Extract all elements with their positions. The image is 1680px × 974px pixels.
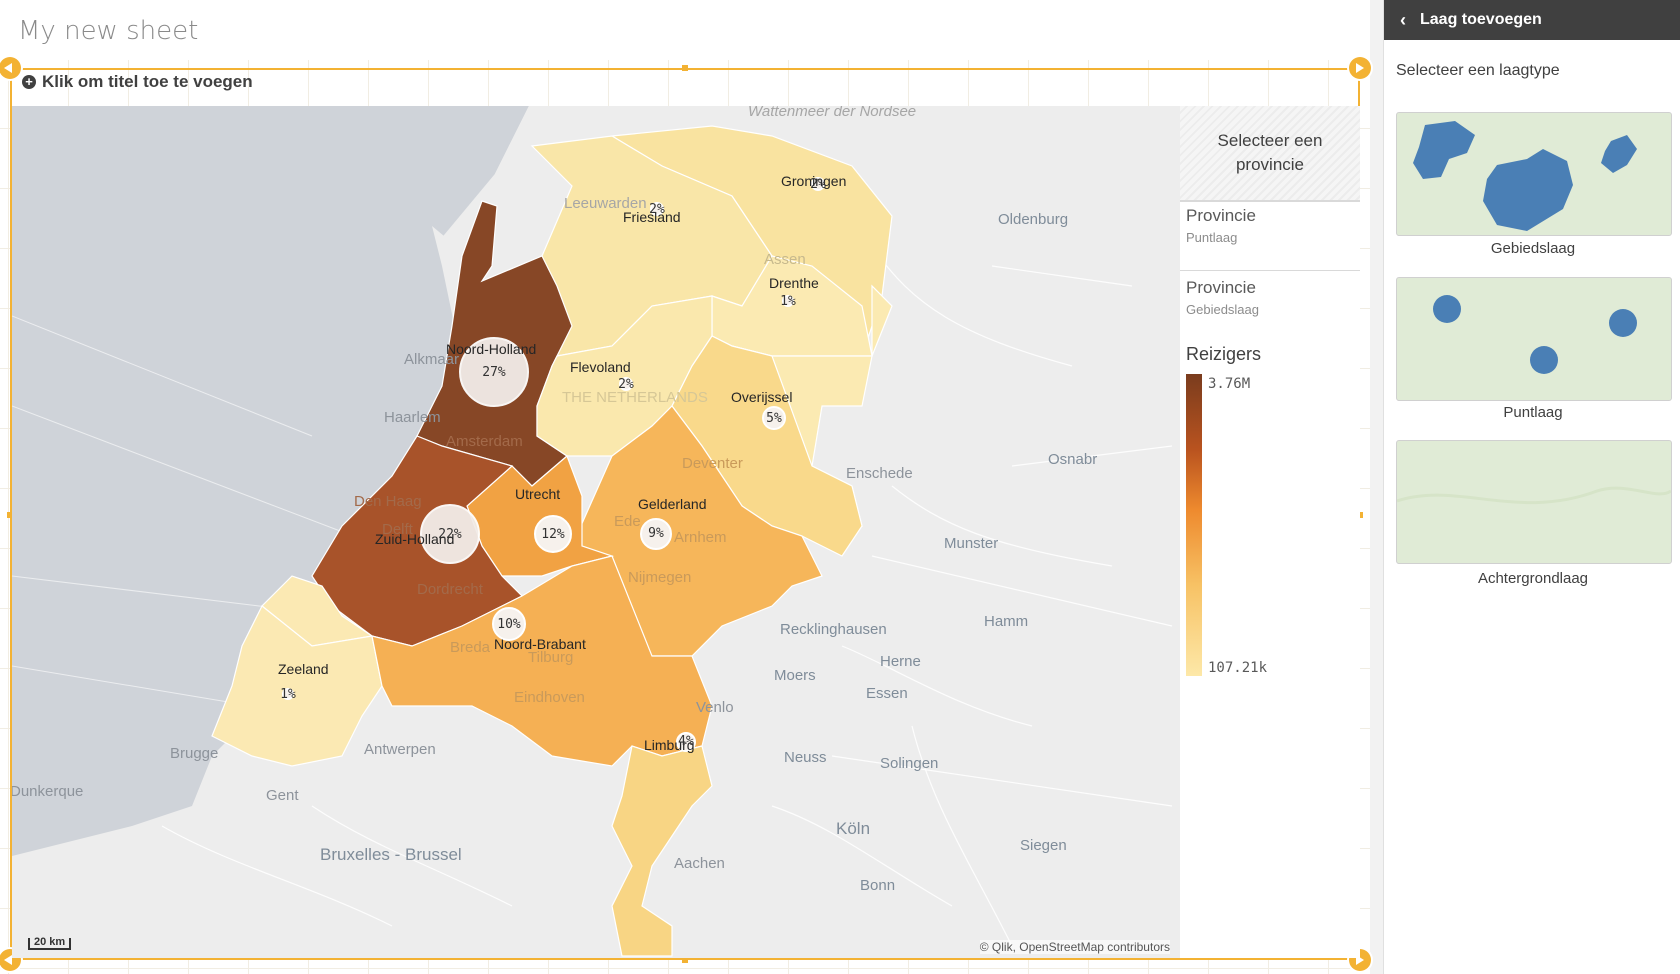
- place-nijmegen: Nijmegen: [628, 569, 691, 586]
- place-herne: Herne: [880, 653, 921, 670]
- panel-header: ‹ Laag toevoegen: [1384, 0, 1680, 40]
- pct-friesland: 2%: [649, 202, 665, 217]
- place-amsterdam: Amsterdam: [446, 433, 523, 450]
- panel-subtitle: Selecteer een laagtype: [1396, 62, 1560, 79]
- layer-card-background-label: Achtergrondlaag: [1477, 570, 1589, 587]
- legend-divider: [1180, 270, 1360, 271]
- province-selector-line2: provincie: [1235, 155, 1305, 174]
- label-noord-brabant: Noord-Brabant: [494, 636, 586, 652]
- map-scale-bar: 20 km: [28, 937, 72, 950]
- place-ede: Ede: [614, 513, 641, 530]
- map-view[interactable]: Wattenmeer der Nordsee Leeuwarden Oldenb…: [12, 106, 1180, 958]
- label-zeeland: Zeeland: [278, 661, 329, 677]
- resize-handle-top-left[interactable]: [0, 57, 21, 79]
- pct-drenthe: 1%: [780, 294, 796, 309]
- legend-layer-name[interactable]: Provincie: [1186, 206, 1256, 226]
- place-koln: Köln: [836, 819, 870, 838]
- label-utrecht: Utrecht: [515, 486, 560, 502]
- layer-card-area-label: Gebiedslaag: [1490, 240, 1576, 257]
- place-breda: Breda: [450, 639, 491, 656]
- legend-layer-name[interactable]: Provincie: [1186, 278, 1256, 298]
- object-title-prompt: Klik om titel toe te voegen: [42, 72, 253, 91]
- legend-measure-title: Reizigers: [1186, 344, 1262, 364]
- place-enschede: Enschede: [846, 465, 913, 482]
- map-attribution: © Qlik, OpenStreetMap contributors: [979, 940, 1170, 954]
- place-aachen: Aachen: [674, 855, 725, 872]
- pct-flevoland: 2%: [618, 377, 634, 392]
- place-brugge: Brugge: [170, 745, 218, 762]
- sheet-canvas: My new sheet + Klik om titel toe te voeg…: [0, 0, 1371, 974]
- legend-min-value: 107.21k: [1208, 660, 1268, 676]
- background-layer-icon: [1397, 486, 1671, 505]
- place-arnhem: Arnhem: [674, 529, 727, 546]
- resize-handle-top-right[interactable]: [1349, 57, 1371, 79]
- place-assen: Assen: [764, 251, 806, 268]
- place-recklinghausen: Recklinghausen: [780, 621, 887, 638]
- province-selector[interactable]: Selecteer een provincie: [1180, 106, 1360, 200]
- place-deventer: Deventer: [682, 455, 743, 472]
- place-osnabrueck: Osnabr: [1048, 451, 1097, 468]
- point-layer-icon: [1433, 295, 1637, 374]
- place-munster: Munster: [944, 535, 998, 552]
- place-bruxelles: Bruxelles - Brussel: [320, 845, 462, 864]
- legend-layer-type: Puntlaag: [1186, 230, 1238, 245]
- label-noord-holland: Noord-Holland: [446, 341, 536, 357]
- place-wadden: Wattenmeer der Nordsee: [748, 106, 916, 120]
- layer-card-point[interactable]: [1396, 277, 1672, 401]
- map-legend: Selecteer een provincie Provincie Puntla…: [1180, 106, 1360, 958]
- legend-divider: [1180, 200, 1360, 202]
- area-layer-icon: [1413, 121, 1637, 231]
- place-hamm: Hamm: [984, 613, 1028, 630]
- map-canvas[interactable]: Wattenmeer der Nordsee Leeuwarden Oldenb…: [12, 106, 1180, 958]
- label-gelderland: Gelderland: [638, 496, 707, 512]
- layer-card-area[interactable]: [1396, 112, 1672, 236]
- place-denhaag: Den Haag: [354, 493, 422, 510]
- panel-title: Laag toevoegen: [1420, 11, 1542, 28]
- plus-icon: +: [22, 75, 36, 89]
- pct-noord-brabant: 10%: [497, 617, 521, 632]
- label-flevoland: Flevoland: [570, 359, 631, 375]
- layer-card-background[interactable]: [1396, 440, 1672, 564]
- object-title[interactable]: + Klik om titel toe te voegen: [22, 72, 253, 92]
- place-essen: Essen: [866, 685, 908, 702]
- place-neuss: Neuss: [784, 749, 827, 766]
- place-antwerpen: Antwerpen: [364, 741, 436, 758]
- legend-max-value: 3.76M: [1208, 376, 1251, 392]
- add-layer-panel: ‹ Laag toevoegen Selecteer een laagtype …: [1383, 0, 1680, 974]
- pct-overijssel: 5%: [766, 411, 782, 426]
- place-dordrecht: Dordrecht: [417, 581, 484, 598]
- pct-gelderland: 9%: [648, 526, 664, 541]
- place-solingen: Solingen: [880, 755, 938, 772]
- place-eindhoven: Eindhoven: [514, 689, 585, 706]
- pct-noord-holland: 27%: [482, 365, 506, 380]
- legend-layer-type: Gebiedslaag: [1186, 302, 1259, 317]
- place-dunkerque: Dunkerque: [12, 783, 83, 800]
- layer-card-point-label: Puntlaag: [1503, 404, 1563, 421]
- pct-limburg: 4%: [678, 734, 694, 749]
- place-haarlem: Haarlem: [384, 409, 441, 426]
- pct-zuid-holland: 22%: [438, 527, 462, 542]
- place-moers: Moers: [774, 667, 816, 684]
- sheet-title[interactable]: My new sheet: [18, 16, 198, 46]
- place-venlo: Venlo: [696, 699, 734, 716]
- pct-utrecht: 12%: [541, 527, 565, 542]
- back-chevron-icon[interactable]: ‹: [1400, 10, 1406, 31]
- province-selector-line1: Selecteer een: [1217, 131, 1323, 150]
- place-bonn: Bonn: [860, 877, 895, 894]
- resize-handle-top[interactable]: [682, 65, 688, 71]
- place-oldenburg: Oldenburg: [998, 211, 1068, 228]
- pct-zeeland: 1%: [280, 687, 296, 702]
- place-siegen: Siegen: [1020, 837, 1067, 854]
- pct-groningen: 2%: [810, 177, 826, 192]
- place-netherlands: THE NETHERLANDS: [562, 389, 708, 406]
- label-overijssel: Overijssel: [731, 389, 792, 405]
- place-gent: Gent: [266, 787, 299, 804]
- legend-color-scale: [1186, 374, 1202, 676]
- label-drenthe: Drenthe: [769, 275, 819, 291]
